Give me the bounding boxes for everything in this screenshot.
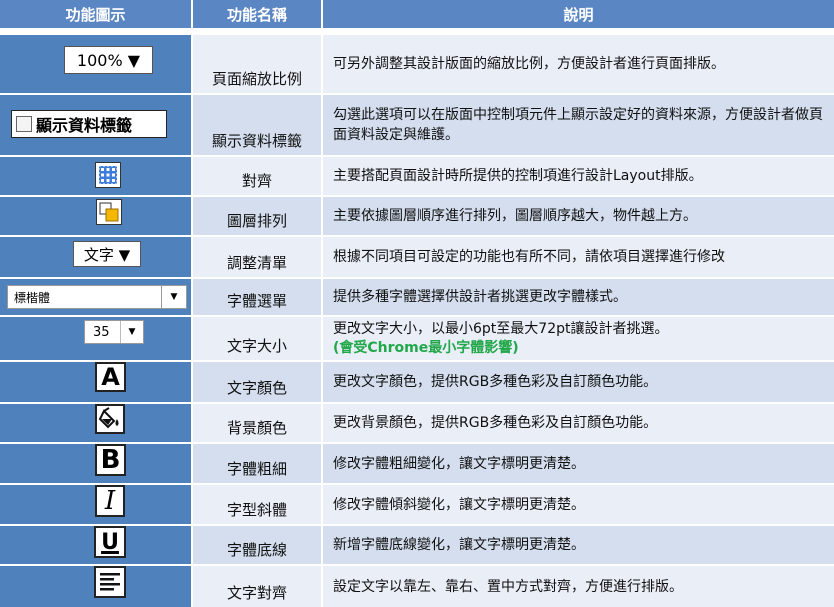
table-row: 對齊 主要搭配頁面設計時所提供的控制項進行設計Layout排版。 (0, 157, 834, 197)
feature-desc: 根據不同項目可設定的功能也有所不同，請依項目選擇進行修改 (333, 249, 725, 265)
feature-desc: 提供多種字體選擇供設計者挑選更改字體樣式。 (333, 289, 627, 305)
font-size-select[interactable]: 35 ▼ (84, 320, 144, 344)
feature-table: 功能圖示 功能名稱 說明 100% ▼ 頁面縮放比例 可另外調整其設計版面的縮放… (0, 0, 834, 607)
icon-cell: U (0, 526, 191, 564)
icon-cell: A (0, 362, 191, 402)
header-desc: 說明 (323, 0, 834, 28)
icon-cell: 35 ▼ (0, 317, 191, 360)
icon-cell: I (0, 485, 191, 524)
icon-cell: 100% ▼ (0, 35, 191, 93)
icon-cell: 標楷體 ▼ (0, 279, 191, 315)
text-align-left-icon[interactable] (94, 566, 126, 598)
feature-name: 字體粗細 (193, 444, 321, 483)
header-icon: 功能圖示 (0, 0, 191, 28)
feature-name: 字體底線 (193, 526, 321, 564)
chevron-down-icon: ▼ (161, 286, 186, 308)
feature-name: 背景顏色 (193, 404, 321, 442)
feature-note: (會受Chrome最小字體影響) (333, 339, 519, 356)
feature-name: 頁面縮放比例 (193, 35, 321, 93)
bold-icon[interactable]: B (95, 444, 126, 476)
feature-name: 文字顏色 (193, 362, 321, 402)
table-row: B 字體粗細 修改字體粗細變化，讓文字標明更清楚。 (0, 444, 834, 485)
icon-cell (0, 404, 191, 442)
table-row: 35 ▼ 文字大小 更改文字大小，以最小6pt至最大72pt讓設計者挑選。 (會… (0, 317, 834, 362)
zoom-select[interactable]: 100% ▼ (64, 46, 153, 74)
header-name: 功能名稱 (193, 0, 321, 28)
table-row: U 字體底線 新增字體底線變化，讓文字標明更清楚。 (0, 526, 834, 566)
table-row: I 字型斜體 修改字體傾斜變化，讓文字標明更清楚。 (0, 485, 834, 526)
icon-cell: B (0, 444, 191, 483)
italic-icon[interactable]: I (95, 485, 125, 517)
show-data-label-checkbox[interactable]: 顯示資料標籤 (11, 110, 167, 138)
table-row: 圖層排列 主要依據圖層順序進行排列，圖層順序越大，物件越上方。 (0, 197, 834, 237)
chevron-down-icon: ▼ (120, 321, 143, 343)
adjust-list-select[interactable]: 文字 ▼ (73, 241, 141, 267)
table-row: 顯示資料標籤 顯示資料標籤 勾選此選項可以在版面中控制項元件上顯示設定好的資料來… (0, 95, 834, 157)
checkbox-icon (16, 116, 32, 132)
feature-name: 顯示資料標籤 (193, 95, 321, 155)
feature-desc: 主要依據圖層順序進行排列，圖層順序越大，物件越上方。 (333, 208, 697, 224)
feature-desc: 修改字體粗細變化，讓文字標明更清楚。 (333, 455, 585, 472)
feature-desc: 修改字體傾斜變化，讓文字標明更清楚。 (333, 496, 585, 513)
align-icon[interactable] (95, 162, 121, 188)
feature-desc: 設定文字以靠左、靠右、置中方式對齊，方便進行排版。 (333, 578, 683, 595)
table-row: 文字 ▼ 調整清單 根據不同項目可設定的功能也有所不同，請依項目選擇進行修改 (0, 237, 834, 279)
layer-order-icon[interactable] (96, 199, 122, 225)
icon-cell (0, 566, 191, 607)
feature-desc: 可另外調整其設計版面的縮放比例，方便設計者進行頁面排版。 (333, 56, 725, 72)
table-row: A 文字顏色 更改文字顏色，提供RGB多種色彩及自訂顏色功能。 (0, 362, 834, 404)
feature-name: 圖層排列 (193, 197, 321, 235)
table-row: 100% ▼ 頁面縮放比例 可另外調整其設計版面的縮放比例，方便設計者進行頁面排… (0, 35, 834, 95)
feature-name: 字型斜體 (193, 485, 321, 524)
feature-name: 文字對齊 (193, 566, 321, 607)
font-select[interactable]: 標楷體 ▼ (7, 285, 187, 309)
icon-cell: 文字 ▼ (0, 237, 191, 277)
feature-name: 調整清單 (193, 237, 321, 277)
feature-desc: 主要搭配頁面設計時所提供的控制項進行設計Layout排版。 (333, 168, 703, 184)
text-color-icon[interactable]: A (95, 362, 126, 392)
table-row: 標楷體 ▼ 字體選單 提供多種字體選擇供設計者挑選更改字體樣式。 (0, 279, 834, 317)
icon-cell (0, 197, 191, 235)
icon-cell (0, 157, 191, 195)
feature-desc: 勾選此選項可以在版面中控制項元件上顯示設定好的資料來源，方便設計者做頁面資料設定… (333, 107, 823, 143)
feature-desc: 新增字體底線變化，讓文字標明更清楚。 (333, 537, 585, 553)
table-row: 背景顏色 更改背景顏色，提供RGB多種色彩及自訂顏色功能。 (0, 404, 834, 444)
feature-desc: 更改文字顏色，提供RGB多種色彩及自訂顏色功能。 (333, 374, 658, 390)
feature-name: 對齊 (193, 157, 321, 195)
underline-icon[interactable]: U (94, 526, 126, 558)
feature-name: 字體選單 (193, 279, 321, 315)
feature-desc: 更改文字大小，以最小6pt至最大72pt讓設計者挑選。 (333, 320, 669, 337)
table-row: 文字對齊 設定文字以靠左、靠右、置中方式對齊，方便進行排版。 (0, 566, 834, 607)
feature-name: 文字大小 (193, 317, 321, 360)
paint-bucket-icon[interactable] (95, 404, 125, 434)
feature-desc: 更改背景顏色，提供RGB多種色彩及自訂顏色功能。 (333, 415, 658, 431)
icon-cell: 顯示資料標籤 (0, 95, 191, 155)
